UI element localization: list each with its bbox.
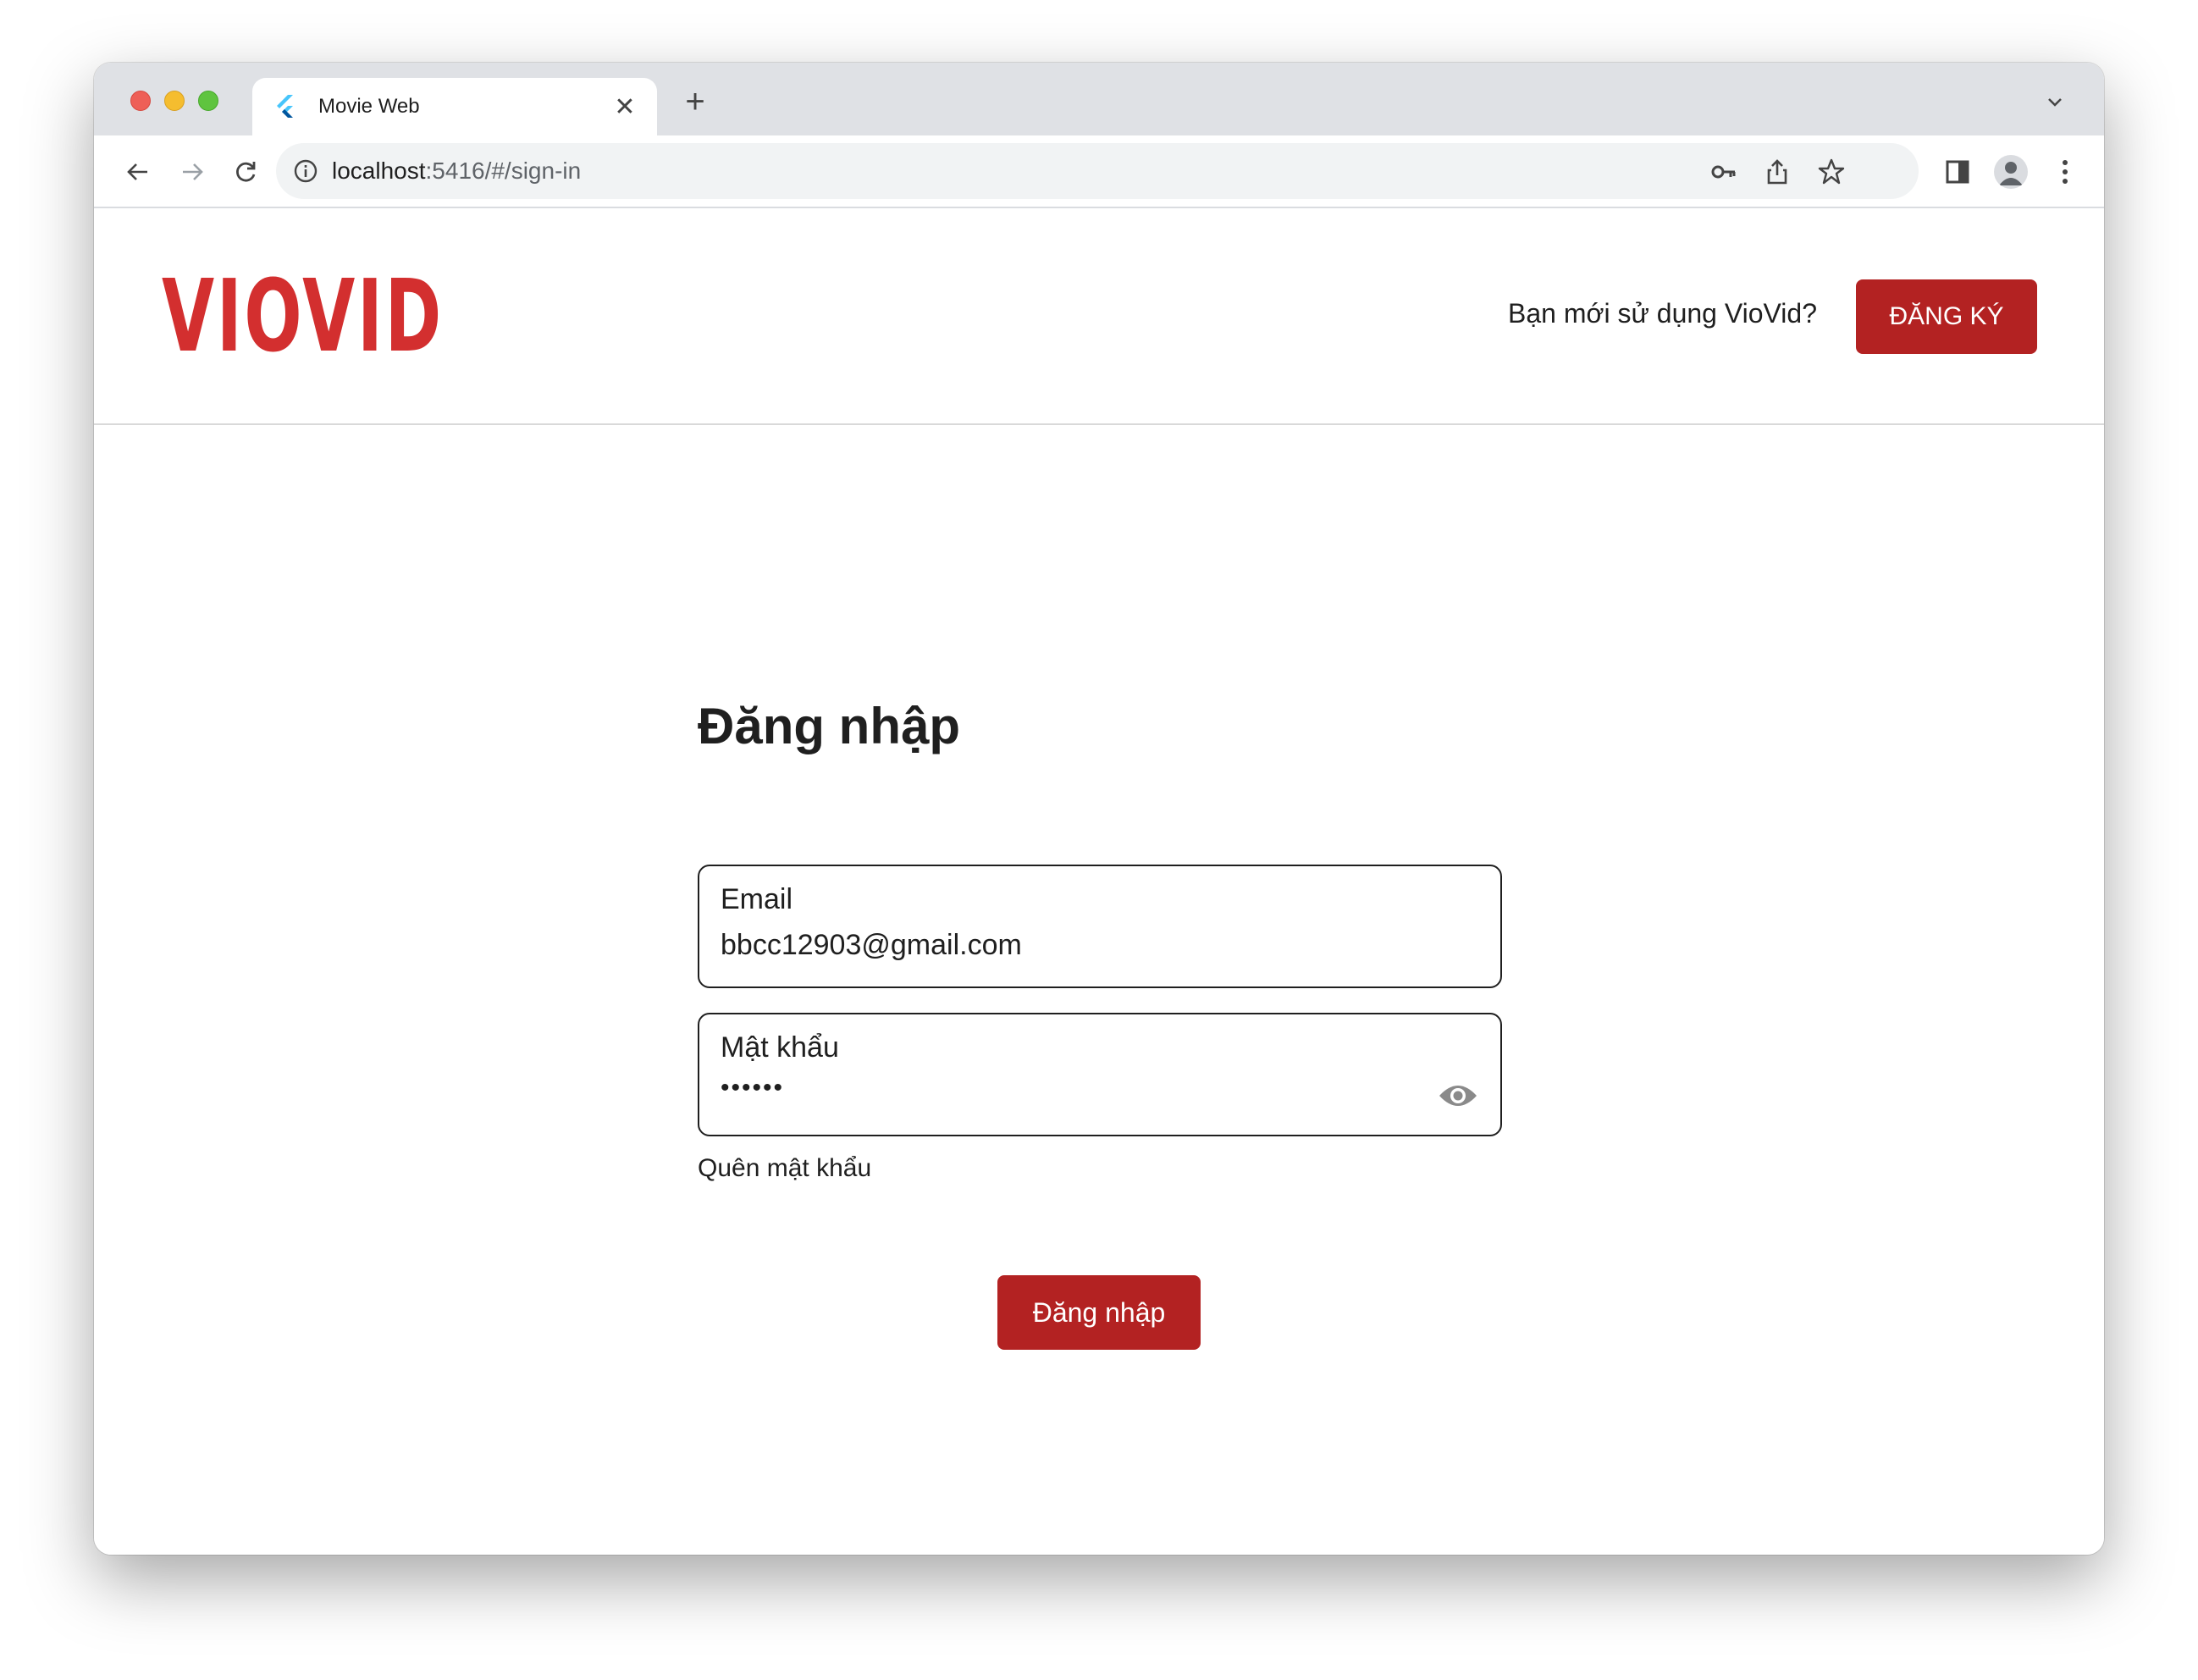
tab-close-icon[interactable]: ✕ xyxy=(608,90,642,124)
site-info-icon[interactable] xyxy=(293,158,318,184)
password-input[interactable]: •••••• xyxy=(721,1074,784,1102)
reload-icon[interactable] xyxy=(225,152,266,192)
more-menu-icon[interactable] xyxy=(2045,152,2085,192)
email-input[interactable]: bbcc12903@gmail.com xyxy=(721,929,1022,962)
signup-prompt: Bạn mới sử dụng VioVid? xyxy=(1508,298,1817,329)
address-bar[interactable]: localhost:5416/#/sign-in xyxy=(276,143,1919,199)
bookmark-star-icon[interactable] xyxy=(1814,155,1848,189)
side-panel-icon[interactable] xyxy=(1937,152,1978,192)
browser-toolbar: localhost:5416/#/sign-in xyxy=(94,135,2104,208)
share-icon[interactable] xyxy=(1760,155,1794,189)
sign-in-title: Đăng nhập xyxy=(698,698,960,754)
password-label: Mật khẩu xyxy=(721,1031,839,1064)
email-field[interactable]: Email bbcc12903@gmail.com xyxy=(698,865,1502,988)
viovid-logo[interactable]: VIOVID xyxy=(162,266,444,366)
sign-in-button[interactable]: Đăng nhập xyxy=(997,1275,1201,1350)
url-text: localhost:5416/#/sign-in xyxy=(332,158,582,184)
maximize-window-button[interactable] xyxy=(198,91,218,111)
page-content: VIOVID Bạn mới sử dụng VioVid? ĐĂNG KÝ Đ… xyxy=(94,208,2104,1555)
key-icon[interactable] xyxy=(1707,155,1741,189)
password-field[interactable]: Mật khẩu •••••• xyxy=(698,1013,1502,1136)
close-window-button[interactable] xyxy=(130,91,151,111)
tab-strip: Movie Web ✕ + xyxy=(94,63,2104,135)
show-password-eye-icon[interactable] xyxy=(1438,1080,1478,1111)
signup-button[interactable]: ĐĂNG KÝ xyxy=(1856,279,2037,354)
new-tab-button[interactable]: + xyxy=(678,85,712,119)
back-icon[interactable] xyxy=(118,152,158,192)
browser-window: Movie Web ✕ + localhost:5416/#/sign-in V… xyxy=(94,63,2104,1555)
profile-avatar-icon[interactable] xyxy=(1991,152,2031,192)
tab-search-icon[interactable] xyxy=(2040,86,2070,117)
email-label: Email xyxy=(721,883,793,915)
forward-icon[interactable] xyxy=(172,152,213,192)
forgot-password-link[interactable]: Quên mật khẩu xyxy=(698,1154,871,1183)
tab-title: Movie Web xyxy=(318,95,420,118)
flutter-icon xyxy=(277,95,293,118)
browser-tab[interactable]: Movie Web ✕ xyxy=(252,78,657,135)
site-header: VIOVID Bạn mới sử dụng VioVid? ĐĂNG KÝ xyxy=(94,208,2104,425)
minimize-window-button[interactable] xyxy=(164,91,185,111)
